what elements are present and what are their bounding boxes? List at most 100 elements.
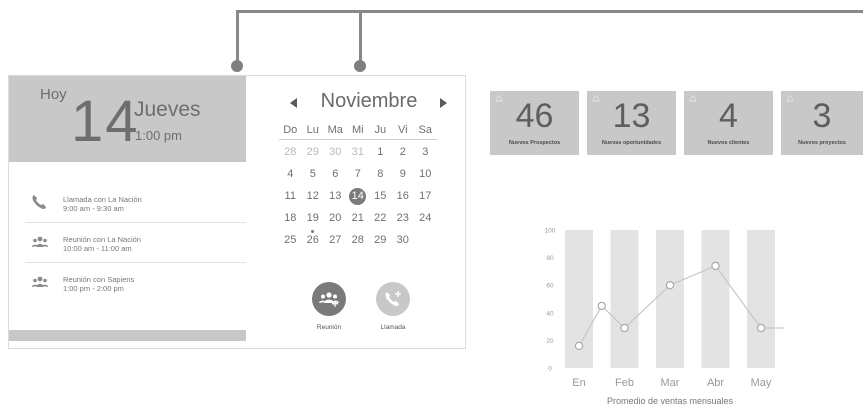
calendar-day[interactable]: 5 [302,165,325,184]
calendar-day[interactable]: 30 [324,143,347,162]
calendar-day[interactable]: 6 [324,165,347,184]
event-item[interactable]: Reunión con Sapiens 1:00 pm - 2:00 pm [25,263,246,302]
event-time: 9:00 am - 9:30 am [63,204,124,213]
data-point [574,341,584,351]
calendar-day[interactable]: 19 [302,209,325,233]
calendar-day-number: 27 [329,234,342,246]
calendar-day[interactable]: 30 [392,231,415,250]
calendar-day[interactable]: 9 [392,165,415,184]
calendar-day-number: 16 [396,190,409,202]
calendar-day[interactable]: 4 [279,165,302,184]
calendar-day[interactable]: 29 [369,231,392,250]
next-month-arrow-icon[interactable] [440,98,447,108]
calendar-day[interactable]: 21 [347,209,370,228]
weekday-header: Do [279,124,302,140]
add-phone-icon [385,291,401,306]
today-weekday: Jueves [134,98,201,121]
weekday-header: Ma [324,124,347,140]
calendar-day-number: 11 [284,190,296,202]
stat-card-clients[interactable]: 4 Nuevos clientes [684,91,773,155]
weekday-header: Ju [369,124,392,140]
event-title: Llamada con La Nación [63,195,142,204]
event-item[interactable]: Llamada con La Nación 9:00 am - 9:30 am [25,183,246,223]
agenda-card: Hoy 14 Jueves 1:00 pm Llamada con La Nac… [8,75,466,349]
y-tick-label: 80 [546,255,554,262]
calendar-day[interactable]: 13 [324,187,347,206]
calendar-day-number: 20 [329,212,342,224]
calendar-day[interactable]: 27 [324,231,347,250]
meeting-action[interactable]: Reunión [299,282,359,331]
add-call-button[interactable] [376,282,410,316]
calendar-day[interactable]: 28 [279,143,302,162]
stat-card-projects[interactable]: 3 Nuevos proyectos [781,91,863,155]
calendar-day-number: 22 [374,212,387,224]
today-panel: Hoy 14 Jueves 1:00 pm [9,76,246,162]
calendar-day[interactable]: 2 [392,143,415,162]
weekday-header: Lu [301,124,324,140]
add-meeting-button[interactable] [312,282,346,316]
stat-caption: Nuevas oportunidades [601,140,662,146]
calendar-day[interactable]: 28 [347,231,370,250]
calendar-day[interactable]: 31 [347,143,370,162]
y-tick-label: 40 [546,310,554,317]
calendar-day[interactable]: 10 [414,165,437,184]
today-day-number: 14 [71,89,140,154]
event-item[interactable]: Reunión con La Nación 10:00 am - 11:00 a… [25,223,246,263]
calendar-day-number: 28 [284,146,297,158]
calendar-day[interactable]: 26 [302,231,325,250]
y-tick-label: 20 [546,338,554,345]
calendar-day[interactable]: 24 [414,209,437,228]
calendar-day[interactable]: 18 [279,209,302,228]
stat-caption: Nuevos clientes [707,140,750,146]
call-label: Llamada [380,324,406,331]
calendar-day-number: 25 [284,234,297,246]
calendar-day-number: 26 [306,234,319,246]
calendar-day-number: 2 [399,146,406,158]
stat-card-prospects[interactable]: 46 Nuevos Prospectos [490,91,579,155]
calendar-day[interactable]: 15 [369,187,392,206]
chart-bar [747,230,775,368]
calendar-day-selected[interactable]: 14 [347,187,370,206]
calendar-day[interactable]: 7 [347,165,370,184]
data-point [756,323,766,333]
calendar-day[interactable]: 23 [392,209,415,228]
connector-line [359,10,362,67]
calendar-day-number: 5 [309,168,316,180]
calendar-day[interactable]: 29 [302,143,325,162]
calendar-day[interactable]: 16 [392,187,415,206]
event-list: Llamada con La Nación 9:00 am - 9:30 am … [25,183,246,302]
stat-value: 4 [719,97,738,135]
calendar-day[interactable]: 20 [324,209,347,228]
sales-chart: 0 20 40 60 80 100 En Feb Mar Abr May Promedio de ve… [536,222,786,409]
calendar-day[interactable]: 1 [369,143,392,162]
calendar-header: Noviembre [279,90,449,116]
calendar-day-number: 29 [374,234,387,246]
calendar-day-number: 28 [351,234,364,246]
today-label: Hoy [40,86,67,103]
data-point [620,323,629,333]
calendar-day[interactable]: 8 [369,165,392,184]
stat-card-opportunities[interactable]: 13 Nuevas oportunidades [587,91,676,155]
calendar-day-number: 9 [399,168,406,180]
calendar-day-number: 15 [374,190,387,202]
call-action[interactable]: Llamada [363,282,423,331]
calendar-day[interactable]: 22 [369,209,392,228]
calendar-day[interactable]: 12 [302,187,325,206]
event-time: 10:00 am - 11:00 am [63,244,132,253]
chart-bar [701,230,730,368]
calendar-day-number: 10 [419,168,432,180]
calendar-day[interactable]: 11 [279,187,302,206]
x-tick-label: Feb [615,377,634,389]
prev-month-arrow-icon[interactable] [290,98,297,108]
data-point [665,281,675,290]
calendar-day[interactable]: 17 [414,187,437,206]
calendar-day[interactable]: 25 [279,231,302,250]
stat-value: 13 [612,97,651,135]
calendar-day[interactable]: 3 [414,143,437,162]
calendar-day-number: 30 [329,146,342,158]
connector-dot [354,60,366,72]
calendar-month: Noviembre [320,90,418,112]
people-icon [32,236,48,247]
calendar-day-number: 30 [396,234,409,246]
calendar-grid: Do Lu Ma Mi Ju Vi Sa 28 29 30 31 1 2 3 4 5 6 7 8 9 10 11 12 13 1… [279,124,449,250]
